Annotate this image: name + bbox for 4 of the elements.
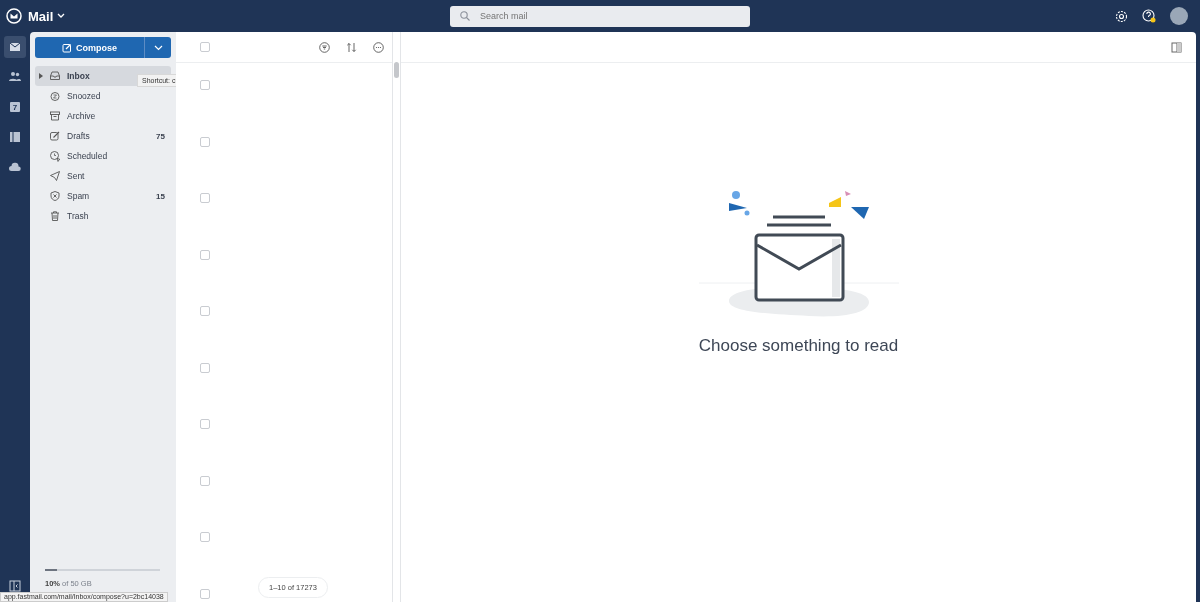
unread-count: 75	[156, 131, 165, 141]
empty-state-message: Choose something to read	[698, 336, 899, 356]
unread-count: 15	[156, 191, 165, 201]
calendar-date: 7	[12, 104, 18, 112]
